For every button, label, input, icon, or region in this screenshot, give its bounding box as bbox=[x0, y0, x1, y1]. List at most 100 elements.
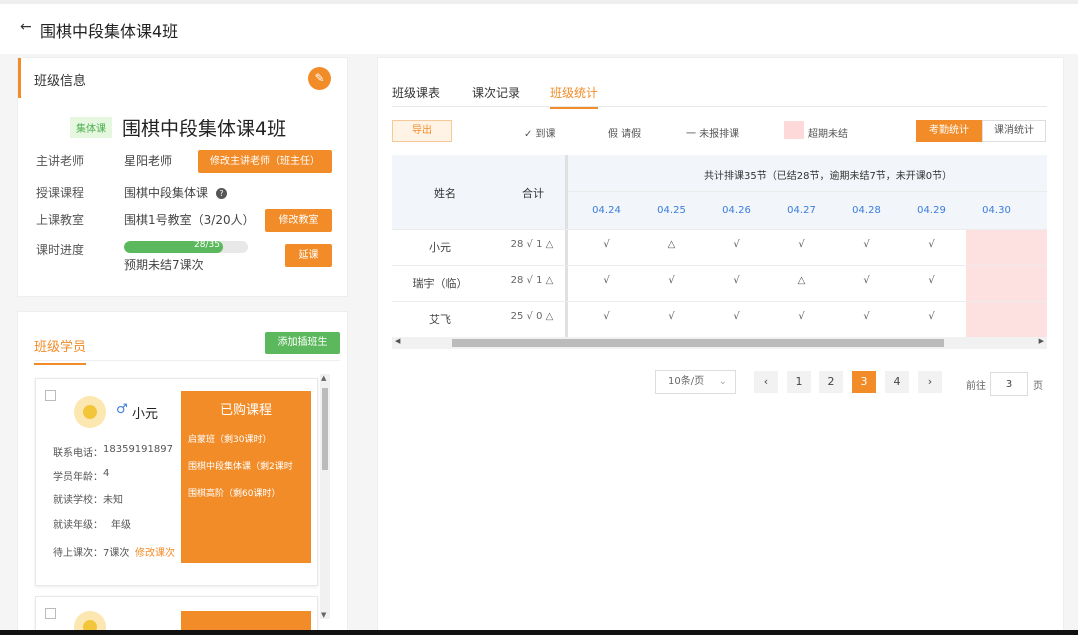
pending-value: 7课次 bbox=[103, 548, 130, 559]
attendance-cell[interactable]: √ bbox=[834, 239, 899, 250]
attendance-table: 姓名 合计 共计排课35节（已结28节，逾期未结7节，未开课0节） 04.24 0… bbox=[392, 155, 1047, 337]
scroll-up-icon[interactable]: ▲ bbox=[321, 374, 326, 382]
back-arrow-icon[interactable]: ← bbox=[20, 19, 32, 35]
edit-sessions-link[interactable]: 修改课次 bbox=[135, 544, 175, 559]
school-value: 未知 bbox=[103, 495, 123, 506]
scroll-left-icon[interactable]: ◀ bbox=[395, 337, 400, 345]
attendance-cell[interactable]: √ bbox=[834, 275, 899, 286]
phone-label: 联系电话： bbox=[53, 448, 103, 459]
help-icon[interactable]: ? bbox=[216, 188, 228, 199]
purchased-courses-box: 已购课程 启蒙班（剩30课时） 围棋中段集体课（剩2课时 围棋高阶（剩60课时） bbox=[181, 391, 311, 563]
total-cell: 28 √ 1 △ bbox=[510, 239, 554, 250]
change-teacher-button[interactable]: 修改主讲老师（班主任） bbox=[198, 150, 332, 173]
add-transfer-student-button[interactable]: 添加插班生 bbox=[265, 332, 340, 354]
progress-bar bbox=[124, 241, 248, 253]
attendance-cell[interactable]: √ bbox=[899, 275, 964, 286]
purchased-course-item: 围棋中段集体课（剩2课时 bbox=[188, 462, 293, 472]
tabs-divider bbox=[392, 106, 1047, 107]
attendance-cell[interactable]: √ bbox=[769, 311, 834, 322]
extend-button[interactable]: 延课 bbox=[285, 244, 332, 267]
change-classroom-button[interactable]: 修改教室 bbox=[265, 209, 332, 232]
teacher-label: 主讲老师 bbox=[36, 154, 85, 168]
classroom-label: 上课教室 bbox=[36, 213, 85, 227]
col-total-header: 合计 bbox=[522, 187, 544, 200]
grade-label: 就读年级： bbox=[53, 520, 103, 531]
purchased-course-item: 启蒙班（剩30课时） bbox=[188, 435, 272, 445]
legend-overdue-swatch bbox=[784, 121, 804, 139]
total-cell: 25 √ 0 △ bbox=[510, 311, 554, 322]
attendance-cell[interactable]: √ bbox=[704, 311, 769, 322]
total-cell: 28 √ 1 △ bbox=[510, 275, 554, 286]
student-name-cell: 瑞宇（临） bbox=[412, 277, 468, 290]
attendance-cell[interactable]: √ bbox=[574, 275, 639, 286]
section-accent-bar bbox=[18, 58, 21, 98]
teacher-value: 星阳老师 bbox=[124, 154, 173, 168]
table-horizontal-scrollbar[interactable]: ◀ ▶ bbox=[392, 337, 1047, 349]
student-checkbox[interactable] bbox=[45, 608, 56, 619]
attendance-cell[interactable]: √ bbox=[769, 239, 834, 250]
page-size-select[interactable]: 10条/页 ⌄ bbox=[655, 370, 736, 394]
attendance-cell[interactable]: √ bbox=[899, 311, 964, 322]
header-divider bbox=[568, 191, 1047, 192]
attendance-cell[interactable]: √ bbox=[704, 239, 769, 250]
attendance-cell[interactable]: √ bbox=[574, 311, 639, 322]
scroll-thumb[interactable] bbox=[322, 388, 328, 470]
attendance-cell[interactable]: √ bbox=[899, 239, 964, 250]
next-page-icon[interactable]: › bbox=[918, 371, 942, 393]
tab-class-schedule[interactable]: 班级课表 bbox=[392, 84, 440, 101]
tab-session-records[interactable]: 课次记录 bbox=[472, 84, 520, 101]
remaining-text: 预期未结7课次 bbox=[124, 258, 204, 272]
student-name-cell: 小元 bbox=[429, 241, 451, 254]
goto-page-input[interactable] bbox=[990, 372, 1028, 396]
attendance-stats-button[interactable]: 考勤统计 bbox=[916, 120, 982, 142]
attendance-cell[interactable]: √ bbox=[574, 239, 639, 250]
progress-text: 28/35 bbox=[194, 240, 220, 250]
students-panel: 班级学员 添加插班生 ♂ 小元 联系电话： 18359191897 学员年龄： … bbox=[17, 311, 348, 635]
course-value: 围棋中段集体课? bbox=[124, 184, 228, 201]
page-title: 围棋中段集体课4班 bbox=[40, 22, 179, 41]
students-scrollbar[interactable]: ▲ ▼ bbox=[320, 374, 330, 619]
attendance-cell[interactable]: √ bbox=[639, 275, 704, 286]
scroll-down-icon[interactable]: ▼ bbox=[321, 611, 326, 619]
phone-value: 18359191897 bbox=[103, 444, 173, 455]
col-name-header: 姓名 bbox=[434, 187, 456, 200]
page-1[interactable]: 1 bbox=[787, 371, 811, 393]
progress-label: 课时进度 bbox=[36, 243, 85, 257]
consumption-stats-button[interactable]: 课消统计 bbox=[982, 120, 1046, 142]
prev-page-icon[interactable]: ‹ bbox=[754, 371, 778, 393]
row-divider bbox=[392, 265, 1047, 266]
classroom-value: 围棋1号教室（3/20人） bbox=[124, 213, 255, 227]
class-statistics-panel: 班级课表 课次记录 班级统计 导出 ✓ 到课 假 请假 一 未报排课 超期未结 … bbox=[377, 57, 1064, 635]
row-divider bbox=[392, 301, 1047, 302]
male-icon: ♂ bbox=[116, 402, 128, 417]
edit-icon[interactable]: ✎ bbox=[308, 67, 331, 90]
age-value: 4 bbox=[103, 468, 110, 479]
student-checkbox[interactable] bbox=[45, 390, 56, 401]
student-name-cell: 艾飞 bbox=[429, 313, 451, 326]
attendance-cell[interactable]: △ bbox=[639, 239, 704, 250]
student-card[interactable]: ♂ 小元 联系电话： 18359191897 学员年龄： 4 就读学校： 未知 … bbox=[35, 378, 318, 586]
attendance-cell[interactable]: √ bbox=[639, 311, 704, 322]
frozen-column-divider bbox=[565, 155, 568, 337]
page-4[interactable]: 4 bbox=[885, 371, 909, 393]
date-column-header: 04.28 bbox=[852, 205, 881, 216]
date-column-header: 04.27 bbox=[787, 205, 816, 216]
date-column-header: 04.24 bbox=[592, 205, 621, 216]
attendance-cell[interactable]: √ bbox=[834, 311, 899, 322]
attendance-cell[interactable]: √ bbox=[704, 275, 769, 286]
hscroll-thumb[interactable] bbox=[452, 339, 944, 347]
page-3[interactable]: 3 bbox=[852, 371, 876, 393]
age-label: 学员年龄： bbox=[53, 472, 103, 483]
legend-not-scheduled: 一 未报排课 bbox=[686, 129, 740, 140]
scroll-right-icon[interactable]: ▶ bbox=[1039, 337, 1044, 345]
school-label: 就读学校： bbox=[53, 495, 103, 506]
pending-label: 待上课次： bbox=[53, 548, 103, 559]
page-header: ← 围棋中段集体课4班 bbox=[0, 4, 1078, 54]
export-button[interactable]: 导出 bbox=[392, 120, 452, 142]
row-divider bbox=[392, 229, 1047, 230]
grade-value: 年级 bbox=[111, 520, 131, 531]
page-2[interactable]: 2 bbox=[819, 371, 843, 393]
date-column-header: 04.29 bbox=[917, 205, 946, 216]
date-column-header: 04.30 bbox=[982, 205, 1011, 216]
attendance-cell[interactable]: △ bbox=[769, 275, 834, 286]
